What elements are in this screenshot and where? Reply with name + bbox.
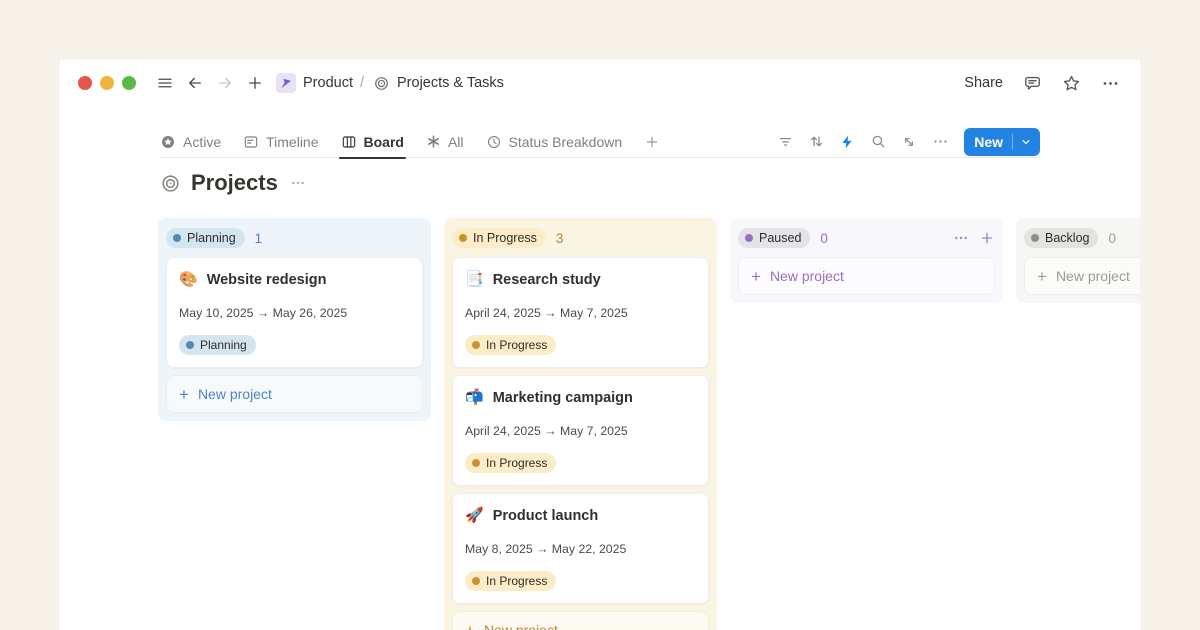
more-options-icon[interactable] [1101, 74, 1120, 93]
sort-icon[interactable] [804, 130, 828, 154]
column-in-progress: In Progress 3 📑 Research study April 24,… [444, 218, 717, 630]
titlebar-actions: Share [964, 74, 1120, 93]
forward-icon[interactable] [212, 70, 238, 96]
window-controls [78, 76, 136, 90]
column-count: 3 [556, 231, 564, 246]
card-date-range: April 24, 2025 → May 7, 2025 [465, 306, 696, 321]
palette-emoji-icon: 🎨 [179, 270, 198, 290]
card-title: 📬 Marketing campaign [465, 388, 696, 408]
view-more-icon[interactable] [928, 130, 952, 154]
tab-timeline[interactable]: Timeline [243, 126, 318, 158]
card-status-pill: Planning [179, 335, 256, 355]
card-date-range: April 24, 2025 → May 7, 2025 [465, 424, 696, 439]
plus-icon: + [465, 622, 475, 630]
zoom-window-button[interactable] [122, 76, 136, 90]
plus-icon: + [179, 386, 189, 403]
target-icon [160, 173, 181, 194]
search-icon[interactable] [866, 130, 890, 154]
target-icon [373, 75, 390, 92]
card-product-launch[interactable]: 🚀 Product launch May 8, 2025 → May 22, 2… [452, 493, 709, 604]
status-pill[interactable]: Paused [738, 228, 810, 248]
titlebar: Product / Projects & Tasks Share [60, 60, 1140, 106]
new-page-icon[interactable] [242, 70, 268, 96]
timeline-icon [243, 134, 259, 150]
mailbox-emoji-icon: 📬 [465, 388, 484, 408]
column-paused: Paused 0 + New project [730, 218, 1003, 303]
status-dot-icon [186, 341, 194, 349]
column-count: 0 [820, 231, 828, 246]
status-pill[interactable]: Planning [166, 228, 245, 248]
chevron-down-icon[interactable] [1020, 136, 1040, 148]
plus-icon: + [1037, 268, 1047, 285]
add-view-icon[interactable] [644, 126, 660, 158]
status-dot-icon [173, 234, 181, 242]
breadcrumb-separator: / [360, 75, 364, 91]
column-add-icon[interactable] [979, 230, 995, 246]
card-status-pill: In Progress [465, 453, 556, 473]
tab-all[interactable]: All [426, 126, 464, 158]
card-website-redesign[interactable]: 🎨 Website redesign May 10, 2025 → May 26… [166, 257, 423, 368]
app-window: Product / Projects & Tasks Share Active [60, 60, 1140, 630]
view-toolbar: Active Timeline Board All Status Breakdo… [160, 126, 1040, 158]
sidebar-toggle-icon[interactable] [152, 70, 178, 96]
new-button[interactable]: New [964, 128, 1040, 156]
automations-lightning-icon[interactable] [835, 130, 859, 154]
bookmark-tabs-emoji-icon: 📑 [465, 270, 484, 290]
workspace-logo-icon[interactable] [276, 73, 296, 93]
status-dot-icon [472, 341, 480, 349]
breadcrumb-page[interactable]: Projects & Tasks [397, 75, 504, 91]
asterisk-icon [426, 134, 441, 149]
minimize-window-button[interactable] [100, 76, 114, 90]
column-more-icon[interactable] [953, 230, 969, 246]
column-count: 1 [255, 231, 263, 246]
card-marketing-campaign[interactable]: 📬 Marketing campaign April 24, 2025 → Ma… [452, 375, 709, 486]
close-window-button[interactable] [78, 76, 92, 90]
clock-icon [486, 134, 502, 150]
favorite-star-icon[interactable] [1062, 74, 1081, 93]
status-dot-icon [1031, 234, 1039, 242]
filter-icon[interactable] [773, 130, 797, 154]
new-project-button[interactable]: + New project [452, 611, 709, 630]
page-title-row: Projects [160, 170, 306, 196]
share-button[interactable]: Share [964, 75, 1003, 91]
card-status-pill: In Progress [465, 335, 556, 355]
status-dot-icon [745, 234, 753, 242]
page-title: Projects [191, 170, 278, 196]
column-header: Backlog 0 [1024, 225, 1140, 251]
column-header: Paused 0 [738, 225, 995, 251]
status-dot-icon [472, 577, 480, 585]
board-icon [341, 134, 357, 150]
page-more-icon[interactable] [290, 175, 306, 191]
card-date-range: May 8, 2025 → May 22, 2025 [465, 542, 696, 557]
back-icon[interactable] [182, 70, 208, 96]
tab-board[interactable]: Board [341, 126, 404, 158]
new-project-button[interactable]: + New project [166, 375, 423, 413]
column-header: Planning 1 [166, 225, 423, 251]
status-dot-icon [459, 234, 467, 242]
rocket-emoji-icon: 🚀 [465, 506, 484, 526]
column-planning: Planning 1 🎨 Website redesign May 10, 20… [158, 218, 431, 421]
card-title: 📑 Research study [465, 270, 696, 290]
status-pill[interactable]: In Progress [452, 228, 546, 248]
card-research-study[interactable]: 📑 Research study April 24, 2025 → May 7,… [452, 257, 709, 368]
breadcrumb-workspace[interactable]: Product [303, 75, 353, 91]
new-project-button[interactable]: + New project [1024, 257, 1140, 295]
card-title: 🚀 Product launch [465, 506, 696, 526]
column-header: In Progress 3 [452, 225, 709, 251]
card-date-range: May 10, 2025 → May 26, 2025 [179, 306, 410, 321]
plus-icon: + [751, 268, 761, 285]
status-dot-icon [472, 459, 480, 467]
new-project-button[interactable]: + New project [738, 257, 995, 295]
column-count: 0 [1108, 231, 1116, 246]
column-backlog: Backlog 0 + New project [1016, 218, 1140, 303]
tab-active[interactable]: Active [160, 126, 221, 158]
card-status-pill: In Progress [465, 571, 556, 591]
status-pill[interactable]: Backlog [1024, 228, 1098, 248]
expand-icon[interactable] [897, 130, 921, 154]
board: Planning 1 🎨 Website redesign May 10, 20… [158, 218, 1140, 630]
tab-status-breakdown[interactable]: Status Breakdown [486, 126, 623, 158]
star-circle-icon [160, 134, 176, 150]
card-title: 🎨 Website redesign [179, 270, 410, 290]
comments-icon[interactable] [1023, 74, 1042, 93]
